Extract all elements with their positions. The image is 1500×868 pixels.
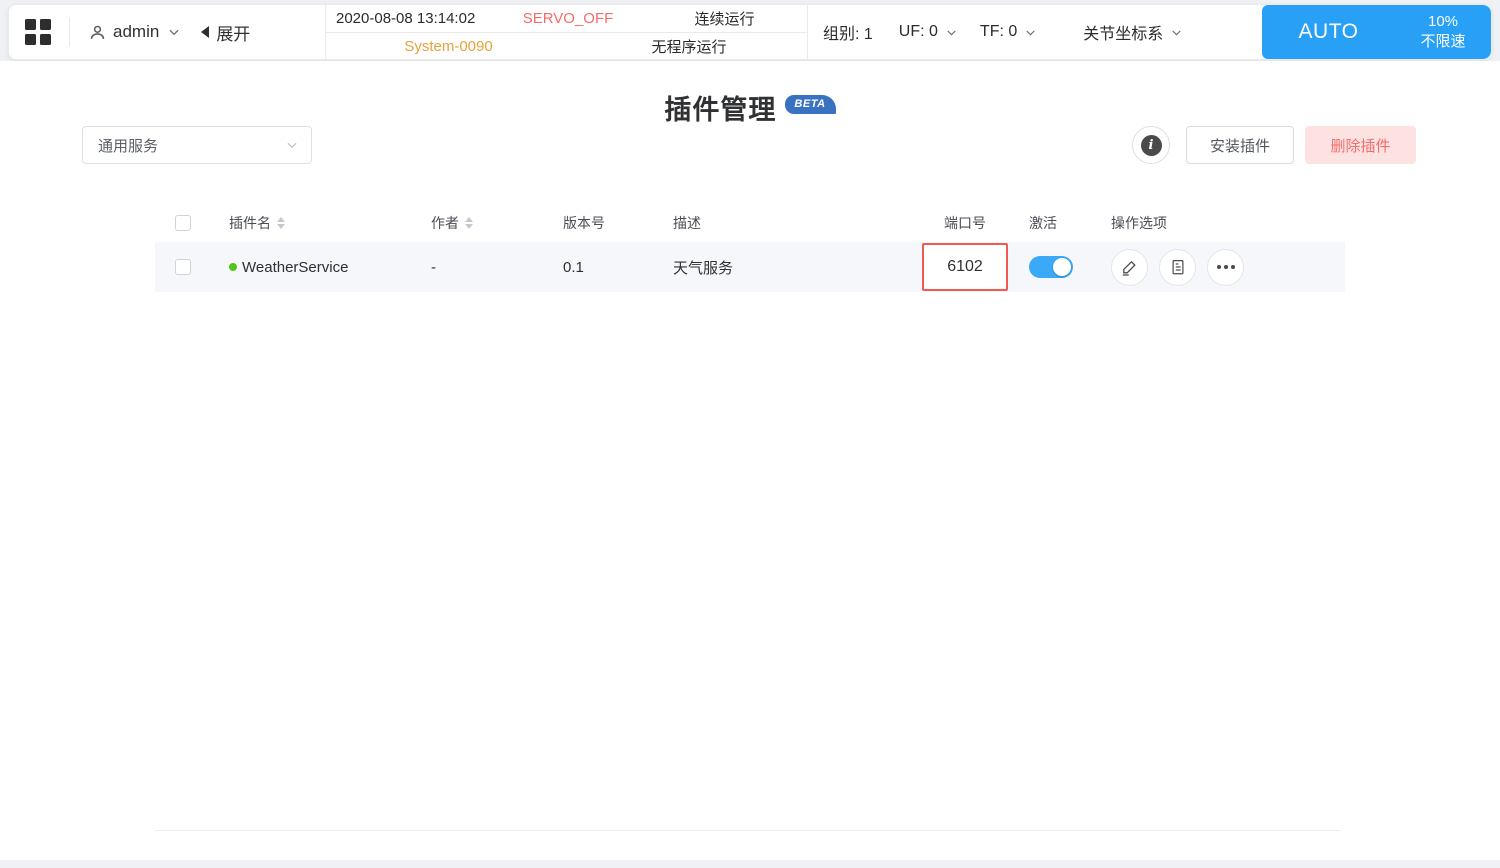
header-version: 版本号: [563, 215, 605, 231]
tf-selector[interactable]: TF: 0: [980, 23, 1037, 41]
port-highlight-box: 6102: [922, 243, 1008, 291]
main-content: 插件管理 BETA 通用服务 i 安装插件 删除插件 插件名 作者 版本号 描述: [0, 61, 1500, 860]
more-icon: [1216, 265, 1235, 269]
info-icon: i: [1140, 134, 1162, 156]
document-icon: [1169, 258, 1187, 276]
datetime-text: 2020-08-08 13:14:02: [336, 10, 476, 27]
header-port: 端口号: [944, 215, 986, 231]
user-menu[interactable]: admin: [113, 22, 159, 42]
table-row: WeatherService - 0.1 天气服务 6102: [155, 242, 1345, 292]
group-label: 组别: 1: [823, 26, 873, 43]
status-dot-icon: [229, 263, 237, 271]
plugin-description: 天气服务: [673, 259, 734, 277]
system-name: System-0090: [404, 37, 493, 55]
chevron-down-icon: [1170, 26, 1183, 39]
toggle-knob: [1053, 258, 1071, 276]
active-toggle[interactable]: [1029, 256, 1073, 278]
install-plugin-button[interactable]: 安装插件: [1186, 126, 1294, 164]
edit-icon: [1120, 258, 1139, 277]
coordinate-system-selector[interactable]: 关节坐标系: [1083, 20, 1183, 44]
chevron-down-icon: [945, 26, 958, 39]
person-icon: [88, 23, 107, 42]
delete-plugin-button[interactable]: 删除插件: [1305, 126, 1416, 164]
mode-label[interactable]: AUTO: [1262, 5, 1395, 59]
topbar: admin 展开 2020-08-08 13:14:02 SERVO_OFF 连…: [8, 4, 1492, 60]
beta-badge: BETA: [785, 95, 836, 114]
expand-button[interactable]: 展开: [216, 20, 250, 45]
run-mode-status: 连续运行: [694, 11, 755, 28]
speed-panel[interactable]: 10% 不限速: [1395, 5, 1491, 59]
plugin-name: WeatherService: [242, 258, 349, 276]
more-button[interactable]: [1207, 248, 1244, 286]
plugin-table: 插件名 作者 版本号 描述 端口号 激活 操作选项 WeatherService…: [155, 204, 1345, 292]
sort-icon[interactable]: [465, 217, 473, 229]
page-title: 插件管理: [664, 95, 777, 125]
plugin-version: 0.1: [563, 258, 584, 276]
chevron-down-icon: [1024, 26, 1037, 39]
title-row: 插件管理 BETA: [0, 88, 1500, 127]
chevron-down-icon: [285, 138, 299, 152]
sort-icon[interactable]: [277, 217, 285, 229]
plugin-author: -: [431, 258, 436, 276]
topbar-left: admin 展开: [9, 5, 325, 59]
status-panel: 2020-08-08 13:14:02 SERVO_OFF 连续运行 Syste…: [325, 5, 808, 59]
servo-status: SERVO_OFF: [522, 10, 614, 27]
chevron-down-icon[interactable]: [167, 25, 181, 39]
info-button[interactable]: i: [1132, 126, 1170, 164]
program-status: 无程序运行: [651, 38, 727, 56]
header-plugin-name: 插件名: [211, 213, 411, 233]
triangle-left-icon[interactable]: [201, 26, 210, 38]
header-actions: 操作选项: [1111, 215, 1167, 231]
apps-grid-icon[interactable]: [25, 19, 51, 45]
header-description: 描述: [673, 215, 701, 231]
header-select-all: [155, 215, 211, 231]
uf-selector[interactable]: UF: 0: [899, 23, 958, 41]
header-active: 激活: [1029, 215, 1057, 231]
category-select-value: 通用服务: [98, 137, 159, 155]
row-checkbox[interactable]: [175, 259, 191, 275]
header-author: 作者: [411, 213, 545, 233]
category-select[interactable]: 通用服务: [82, 126, 312, 164]
robot-settings-bar: 组别: 1 UF: 0 TF: 0 关节坐标系: [808, 5, 1262, 59]
log-button[interactable]: [1159, 248, 1196, 286]
select-all-checkbox[interactable]: [175, 215, 191, 231]
table-header-row: 插件名 作者 版本号 描述 端口号 激活 操作选项: [155, 204, 1345, 242]
bottom-divider: [155, 830, 1340, 831]
divider: [69, 17, 70, 47]
edit-button[interactable]: [1111, 248, 1148, 286]
speed-limit-label: 不限速: [1420, 33, 1466, 50]
speed-percent: 10%: [1427, 12, 1459, 30]
port-value: 6102: [947, 258, 983, 275]
mode-speed-panel[interactable]: AUTO 10% 不限速: [1262, 5, 1491, 59]
